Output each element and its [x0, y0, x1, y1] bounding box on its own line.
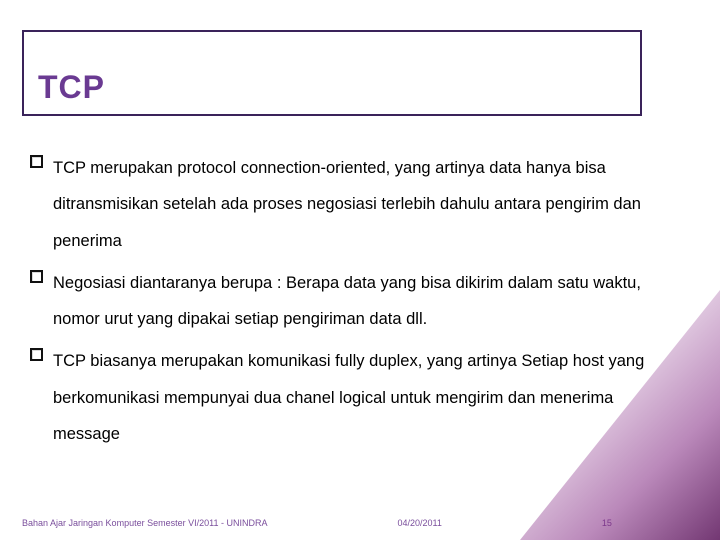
slide-title: TCP — [38, 69, 105, 106]
square-bullet-icon — [30, 155, 43, 168]
footer-source: Bahan Ajar Jaringan Komputer Semester VI… — [22, 518, 267, 528]
square-bullet-icon — [30, 348, 43, 361]
list-item: TCP biasanya merupakan komunikasi fully … — [30, 343, 670, 452]
footer-date: 04/20/2011 — [397, 518, 441, 528]
content-area: TCP merupakan protocol connection-orient… — [30, 150, 670, 458]
list-item: Negosiasi diantaranya berupa : Berapa da… — [30, 265, 670, 338]
bullet-text: Negosiasi diantaranya berupa : Berapa da… — [53, 265, 670, 338]
bullet-text: TCP merupakan protocol connection-orient… — [53, 150, 670, 259]
footer: Bahan Ajar Jaringan Komputer Semester VI… — [22, 518, 698, 528]
footer-page: 15 — [602, 518, 612, 528]
square-bullet-icon — [30, 270, 43, 283]
bullet-text: TCP biasanya merupakan komunikasi fully … — [53, 343, 670, 452]
list-item: TCP merupakan protocol connection-orient… — [30, 150, 670, 259]
title-box: TCP — [22, 30, 642, 116]
